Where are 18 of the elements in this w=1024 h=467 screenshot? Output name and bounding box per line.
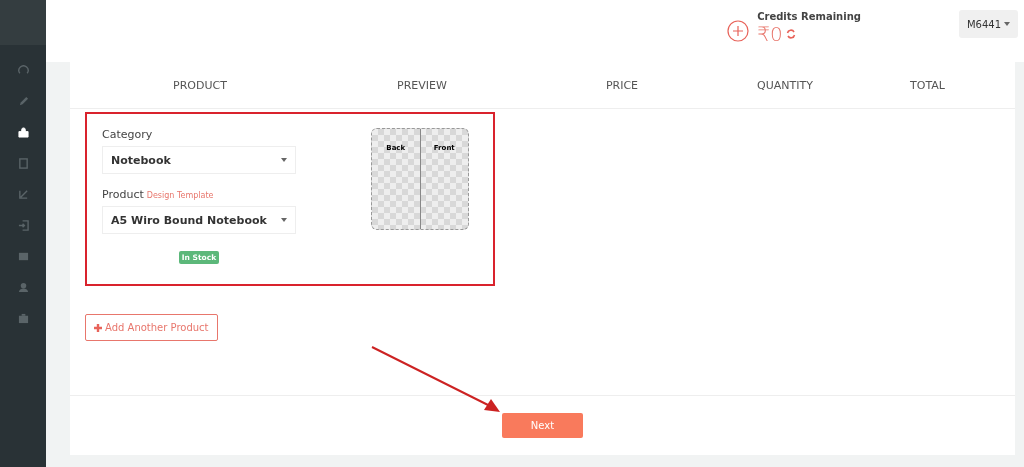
add-icon[interactable] [727, 20, 750, 42]
column-header: PRODUCT [172, 78, 228, 92]
credits-label: Credits Remaining [757, 10, 861, 22]
plus-icon [94, 323, 102, 332]
refresh-icon[interactable] [785, 28, 796, 39]
column-header: TOTAL [909, 78, 946, 92]
caret-icon [1004, 22, 1010, 26]
column-header: PRICE [604, 78, 640, 92]
credits-value: ₹0 [757, 21, 783, 46]
column-header: PREVIEW [396, 78, 448, 92]
column-header: QUANTITY [756, 78, 814, 92]
account-dropdown[interactable]: M6441 [958, 10, 1018, 38]
field-label: Category [102, 128, 154, 141]
caret-icon [281, 218, 287, 222]
category-select[interactable]: Notebook [102, 146, 296, 174]
product-select[interactable]: A5 Wiro Bound Notebook [102, 206, 296, 234]
caret-icon [281, 158, 287, 162]
field-label: Product [102, 188, 144, 201]
